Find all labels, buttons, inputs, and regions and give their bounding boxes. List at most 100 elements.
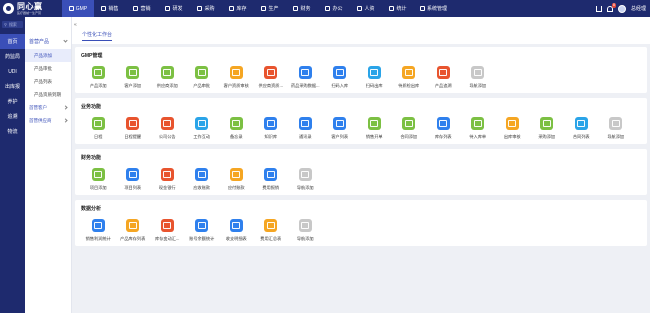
nav-item-10[interactable]: 统计 <box>382 0 414 17</box>
rail-item-0[interactable]: 首页 <box>0 34 25 49</box>
nav-item-2[interactable]: 营销 <box>126 0 158 17</box>
chevron-right-icon <box>63 105 68 110</box>
shortcut-icon <box>91 219 105 232</box>
shortcut-item[interactable]: 项目列表 <box>116 168 151 191</box>
shortcut-item[interactable]: 日程提醒 <box>116 117 151 140</box>
shortcut-item[interactable]: 公司公告 <box>150 117 185 140</box>
shortcut-item[interactable]: 项目添加 <box>81 168 116 191</box>
rail-item-6[interactable]: 物流 <box>0 124 25 139</box>
nav-item-3[interactable]: 研发 <box>158 0 190 17</box>
nav-item-7[interactable]: 财务 <box>286 0 318 17</box>
shortcut-item[interactable]: 费用汇总表 <box>254 219 289 242</box>
shortcut-item[interactable]: 产品添加 <box>81 66 116 89</box>
shortcut-icon <box>160 117 174 130</box>
nav-item-4[interactable]: 采购 <box>190 0 222 17</box>
shortcut-item[interactable]: 出库审核 <box>495 117 530 140</box>
nav-item-label: 营销 <box>140 6 151 12</box>
shortcut-label: 应付账款 <box>227 185 245 190</box>
tab-workbench[interactable]: 个性化工作台 <box>82 31 113 41</box>
shortcut-item[interactable]: 导航添加 <box>461 66 496 89</box>
rail-item-4[interactable]: 养护 <box>0 94 25 109</box>
rail-item-5[interactable]: 追溯 <box>0 109 25 124</box>
nav-item-1[interactable]: 销售 <box>94 0 126 17</box>
nav-item-0[interactable]: GMP <box>62 0 94 17</box>
submenu-item-1[interactable]: 产品审批 <box>25 62 71 75</box>
shortcut-item[interactable]: 导航添加 <box>288 168 323 191</box>
shortcut-label: 费用报销 <box>262 185 280 190</box>
nav-item-5[interactable]: 库存 <box>222 0 254 17</box>
shortcut-item[interactable]: 供应商资质... <box>254 66 289 89</box>
shortcut-item[interactable]: 销售利润统计 <box>81 219 116 242</box>
submenu-group-1[interactable]: 首营供应商 <box>25 114 71 127</box>
shortcut-item[interactable]: 知识库 <box>254 117 289 140</box>
shortcut-grid: 项目添加 项目列表 现金银行 应收账款 应付账款 费用报销 导航添加 <box>81 168 641 191</box>
rail-search-input[interactable]: ⚲ 搜索 <box>2 21 23 28</box>
shortcut-label: 导航添加 <box>296 185 314 190</box>
shortcut-item[interactable]: 导航添加 <box>599 117 634 140</box>
submenu-group-0[interactable]: 首营客户 <box>25 101 71 114</box>
home-icon[interactable] <box>595 5 602 12</box>
rail-item-1[interactable]: 药监局 <box>0 49 25 64</box>
shortcut-item[interactable]: 客户资质审核 <box>219 66 254 89</box>
shortcut-item[interactable]: 产品追溯 <box>426 66 461 89</box>
shortcut-item[interactable]: 收支明细表 <box>219 219 254 242</box>
left-rail: ⚲ 搜索 首页 药监局 UDI 出库报 养护 追溯 物流 <box>0 17 25 313</box>
submenu-item-3[interactable]: 产品资质到期 <box>25 88 71 101</box>
shortcut-item[interactable]: 扫码出库 <box>357 66 392 89</box>
shortcut-item[interactable]: 合同添加 <box>392 117 427 140</box>
nav-item-6[interactable]: 生产 <box>254 0 286 17</box>
shortcut-item[interactable]: 供应商添加 <box>150 66 185 89</box>
shortcut-item[interactable]: 库存变动汇... <box>150 219 185 242</box>
shortcut-icon <box>402 117 416 130</box>
shortcut-item[interactable]: 备忘录 <box>219 117 254 140</box>
shortcut-item[interactable]: 工作互动 <box>185 117 220 140</box>
rail-item-3[interactable]: 出库报 <box>0 79 25 94</box>
avatar[interactable] <box>617 4 626 13</box>
shortcut-item[interactable]: 产品库存列表 <box>116 219 151 242</box>
shortcut-item[interactable]: 扫码入库 <box>323 66 358 89</box>
nav-item-icon <box>261 6 267 11</box>
nav-item-label: 库存 <box>236 6 247 12</box>
shortcut-item[interactable]: 应付账款 <box>219 168 254 191</box>
nav-item-8[interactable]: 办公 <box>318 0 350 17</box>
shortcut-item[interactable]: 库存列表 <box>426 117 461 140</box>
shortcut-item[interactable]: 客户添加 <box>116 66 151 89</box>
nav-item-11[interactable]: 系统管理 <box>414 0 453 17</box>
app-logo[interactable]: 同心赢 医疗器械一生产营 <box>0 0 62 17</box>
bell-icon[interactable]: 8 <box>606 2 616 12</box>
shortcut-item[interactable]: 待质检出库 <box>392 66 427 89</box>
shortcut-item[interactable]: 合同列表 <box>564 117 599 140</box>
top-bar: 同心赢 医疗器械一生产营 GMP 销售 营销 研发 采购 库存 生产 财务 办公 人资 统计 系统管理… <box>0 0 650 17</box>
user-name[interactable]: 总经理 <box>631 5 646 12</box>
shortcut-item[interactable]: 客户列表 <box>323 117 358 140</box>
shortcut-label: 费用汇总表 <box>260 236 282 241</box>
shortcut-item[interactable]: 销售开单 <box>357 117 392 140</box>
shortcut-label: 备忘录 <box>229 134 243 139</box>
shortcut-icon <box>160 168 174 181</box>
shortcut-item[interactable]: 应收账款 <box>185 168 220 191</box>
shortcut-item[interactable]: 账号余额统计 <box>185 219 220 242</box>
shortcut-item[interactable]: 导航添加 <box>288 219 323 242</box>
shortcut-item[interactable]: 待入库单 <box>461 117 496 140</box>
shortcut-label: 项目列表 <box>124 185 142 190</box>
shortcut-item[interactable]: 通讯录 <box>288 117 323 140</box>
shortcut-item[interactable]: 日程 <box>81 117 116 140</box>
shortcut-item[interactable]: 药品采购数据... <box>288 66 323 89</box>
shortcut-icon <box>91 168 105 181</box>
submenu-header[interactable]: 首营产品 <box>25 34 71 49</box>
submenu-item-2[interactable]: 产品列表 <box>25 75 71 88</box>
nav-item-9[interactable]: 人资 <box>350 0 382 17</box>
submenu-item-0[interactable]: 产品添加 <box>25 49 71 62</box>
shortcut-item[interactable]: 产品审批 <box>185 66 220 89</box>
shortcut-item[interactable]: 现金银行 <box>150 168 185 191</box>
collapse-sidebar-icon[interactable]: « <box>74 22 77 28</box>
shortcut-icon <box>298 219 312 232</box>
shortcut-item[interactable]: 费用报销 <box>254 168 289 191</box>
submenu-items: 产品添加 产品审批 产品列表 产品资质到期 <box>25 49 71 101</box>
shortcut-label: 公司公告 <box>158 134 176 139</box>
shortcut-item[interactable]: 采购添加 <box>530 117 565 140</box>
rail-item-2[interactable]: UDI <box>0 64 25 79</box>
nav-item-icon <box>101 6 107 11</box>
shortcut-icon <box>264 66 278 79</box>
nav-item-icon <box>325 6 331 11</box>
